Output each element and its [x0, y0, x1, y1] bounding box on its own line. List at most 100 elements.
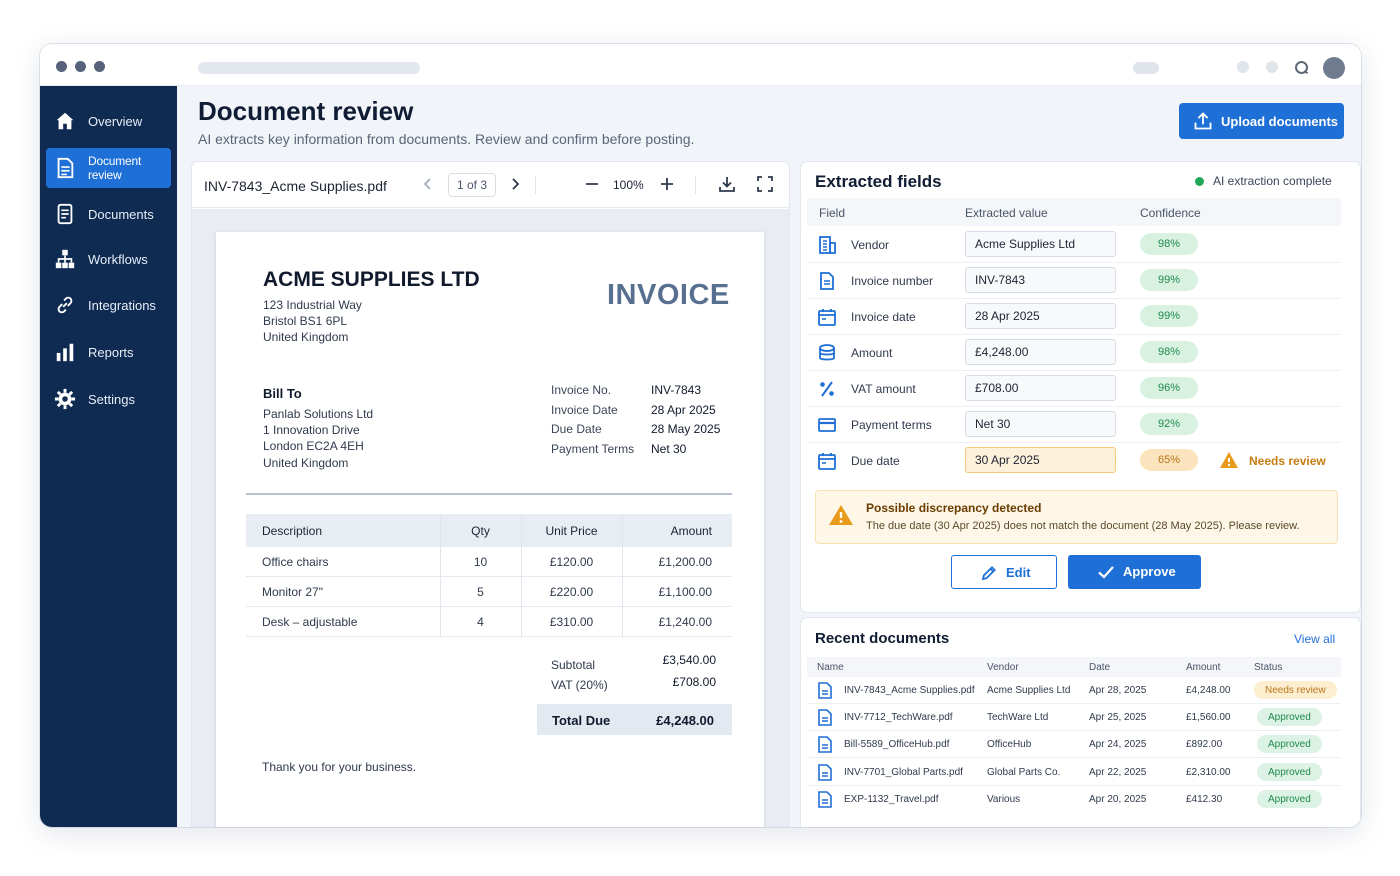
column-header-date: Date — [1089, 662, 1111, 673]
file-icon — [818, 682, 832, 699]
document-icon — [57, 157, 74, 179]
page-indicator[interactable]: 1 of 3 — [448, 173, 496, 197]
amount-field[interactable] — [965, 339, 1116, 365]
column-header-field: Field — [819, 206, 846, 220]
confidence-badge: 99% — [1140, 305, 1198, 327]
table-header-description: Description — [246, 514, 440, 547]
field-label: Invoice date — [851, 310, 916, 324]
chevron-right-icon[interactable] — [507, 176, 523, 192]
table-row[interactable]: Bill-5589_OfficeHub.pdf OfficeHub Apr 24… — [807, 731, 1341, 758]
document-date: Apr 20, 2025 — [1089, 794, 1147, 805]
view-all-link[interactable]: View all — [1294, 632, 1335, 646]
alert-title: Possible discrepancy detected — [866, 501, 1042, 515]
gear-icon — [54, 388, 76, 410]
document-date: Apr 28, 2025 — [1089, 685, 1147, 696]
calendar-icon — [818, 453, 836, 470]
building-icon — [819, 236, 836, 254]
table-row: Office chairs 10 £120.00 £1,200.00 — [246, 547, 732, 577]
zoom-in-icon[interactable] — [659, 176, 675, 192]
line-amount: £1,100.00 — [658, 585, 712, 599]
confidence-badge: 92% — [1140, 413, 1198, 435]
file-icon — [818, 709, 832, 726]
line-unit-price: £310.00 — [549, 615, 594, 629]
address-bar[interactable] — [198, 62, 420, 74]
sidebar-item-documents[interactable]: Documents — [46, 194, 171, 234]
sidebar-item-document-review[interactable]: Document review — [46, 148, 171, 188]
confidence-badge: 98% — [1140, 233, 1198, 255]
document-name: INV-7843_Acme Supplies.pdf — [844, 685, 975, 696]
vat-amount-field[interactable] — [965, 375, 1116, 401]
sidebar: Overview Document review Documents Workf… — [40, 86, 177, 827]
document-amount: £4,248.00 — [1186, 685, 1231, 696]
vendor-field[interactable] — [965, 231, 1116, 257]
invoice-page: ACME SUPPLIES LTD 123 Industrial Way Bri… — [216, 232, 764, 827]
sidebar-item-integrations[interactable]: Integrations — [46, 285, 171, 325]
field-row-vendor: Vendor 98% — [807, 227, 1341, 263]
sidebar-item-settings[interactable]: Settings — [46, 379, 171, 419]
status-badge: Approved — [1257, 735, 1322, 753]
field-row-due-date: Due date 65% Needs review — [807, 443, 1341, 483]
document-icon — [820, 272, 834, 290]
field-label: Invoice number — [851, 274, 934, 288]
confidence-badge: 99% — [1140, 269, 1198, 291]
upload-documents-button[interactable]: Upload documents — [1179, 103, 1344, 139]
sidebar-item-label: Document review — [88, 154, 142, 182]
invoice-meta-value: 28 May 2025 — [651, 422, 721, 436]
vat-label: VAT (20%) — [551, 678, 608, 692]
table-row[interactable]: INV-7712_TechWare.pdf TechWare Ltd Apr 2… — [807, 704, 1341, 731]
toolbar-dot-2[interactable] — [1266, 61, 1278, 73]
invoice-company-name: ACME SUPPLIES LTD — [263, 268, 480, 291]
recent-table-header: Name Vendor Date Amount Status — [807, 657, 1341, 677]
avatar[interactable] — [1323, 57, 1345, 79]
field-row-invoice-date: Invoice date 99% — [807, 299, 1341, 335]
invoice-meta-label: Due Date — [551, 422, 602, 436]
edit-button[interactable]: Edit — [951, 555, 1057, 589]
viewer-canvas[interactable]: ACME SUPPLIES LTD 123 Industrial Way Bri… — [192, 209, 789, 827]
sidebar-item-label: Settings — [88, 391, 135, 407]
approve-button[interactable]: Approve — [1068, 555, 1201, 589]
search-icon[interactable] — [1295, 61, 1308, 74]
toolbar-pill[interactable] — [1133, 62, 1159, 74]
calendar-icon — [818, 309, 836, 326]
document-name: INV-7701_Global Parts.pdf — [844, 767, 963, 778]
invoice-date-field[interactable] — [965, 303, 1116, 329]
line-unit-price: £220.00 — [549, 585, 594, 599]
document-vendor: Global Parts Co. — [987, 767, 1061, 778]
sidebar-item-label: Overview — [88, 113, 143, 129]
document-viewer: INV-7843_Acme Supplies.pdf 1 of 3 100% A… — [192, 162, 789, 827]
warning-icon — [1220, 452, 1238, 468]
column-header-status: Status — [1254, 662, 1283, 673]
zoom-out-icon[interactable] — [584, 176, 600, 192]
field-label: Amount — [851, 346, 893, 360]
pencil-icon — [981, 566, 996, 581]
invoice-thanks: Thank you for your business. — [262, 760, 417, 774]
invoice-number-field[interactable] — [965, 267, 1116, 293]
window-controls[interactable] — [56, 61, 105, 72]
bill-to-line: United Kingdom — [263, 456, 349, 470]
column-header-value: Extracted value — [965, 206, 1048, 220]
file-icon — [818, 791, 832, 808]
field-label: VAT amount — [851, 382, 916, 396]
table-row[interactable]: INV-7701_Global Parts.pdf Global Parts C… — [807, 759, 1341, 786]
toolbar-dot-1[interactable] — [1237, 61, 1249, 73]
table-row[interactable]: EXP-1132_Travel.pdf Various Apr 20, 2025… — [807, 786, 1341, 813]
fullscreen-icon[interactable] — [756, 175, 774, 193]
home-icon — [56, 112, 74, 130]
status-dot-icon — [1195, 177, 1204, 186]
viewer-toolbar: INV-7843_Acme Supplies.pdf 1 of 3 100% — [192, 162, 789, 208]
sidebar-item-workflows[interactable]: Workflows — [46, 239, 171, 279]
sidebar-item-reports[interactable]: Reports — [46, 332, 171, 372]
due-date-field[interactable] — [965, 447, 1116, 473]
invoice-company-address-line: 123 Industrial Way — [263, 298, 362, 312]
payment-terms-field[interactable] — [965, 411, 1116, 437]
bill-to-line: London EC2A 4EH — [263, 439, 364, 453]
percent-icon — [820, 381, 834, 397]
status-badge: Approved — [1257, 763, 1322, 781]
table-row[interactable]: INV-7843_Acme Supplies.pdf Acme Supplies… — [807, 677, 1341, 704]
sidebar-item-overview[interactable]: Overview — [46, 101, 171, 141]
chevron-left-icon[interactable] — [420, 176, 436, 192]
line-qty: 4 — [477, 615, 484, 629]
document-vendor: OfficeHub — [987, 739, 1032, 750]
download-icon[interactable] — [718, 175, 736, 193]
invoice-heading: INVOICE — [607, 279, 730, 311]
